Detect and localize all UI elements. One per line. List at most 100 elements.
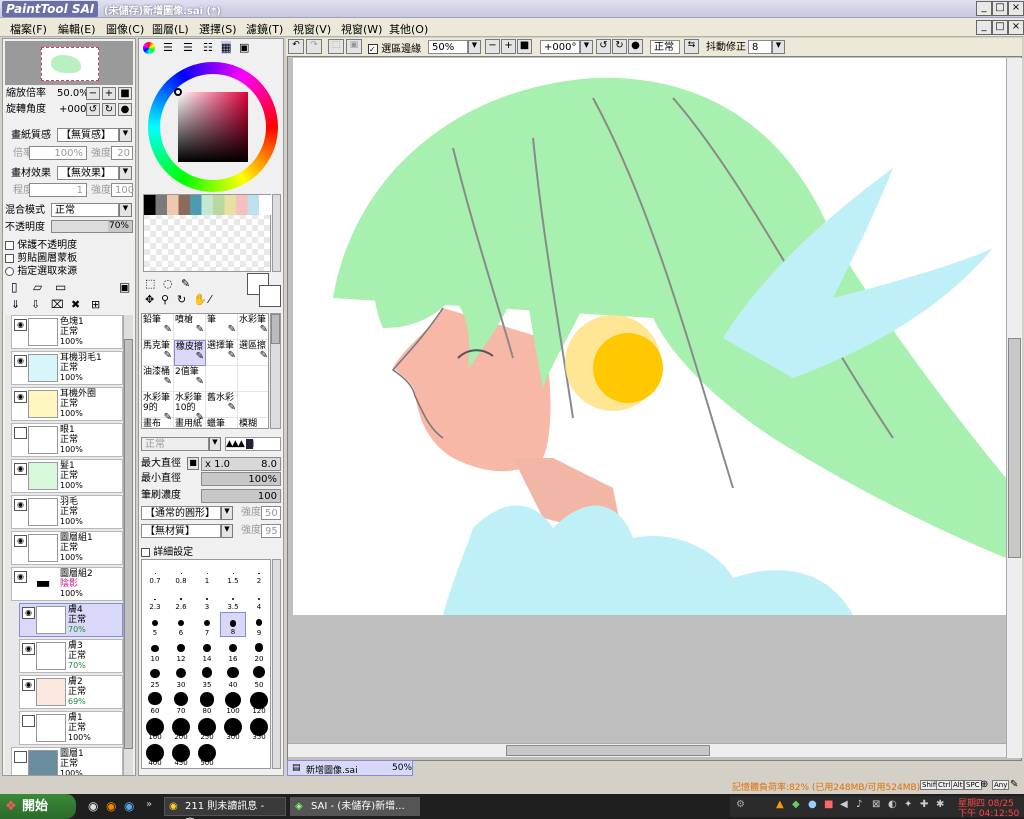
selection-source-radio[interactable]: 指定選取來源 xyxy=(5,262,77,277)
texture-strength-field[interactable]: 95 xyxy=(261,524,281,538)
rotate-icon[interactable]: ↻ xyxy=(177,293,186,306)
transfer-icon[interactable]: ⇩ xyxy=(31,298,40,311)
chevron-down-icon[interactable]: ▼ xyxy=(221,506,233,520)
menu-window[interactable]: 視窗(W) xyxy=(341,21,382,37)
brush-size-option[interactable]: 100 xyxy=(220,690,246,715)
brush-shape-select[interactable]: 【通常的圓形】 xyxy=(141,506,221,520)
tool-slot[interactable]: 蠟筆✎ xyxy=(206,418,238,428)
hand-icon[interactable]: ✋ xyxy=(193,293,207,306)
brush-size-option[interactable]: 3.5 xyxy=(220,586,246,611)
brush-size-option[interactable]: 12 xyxy=(168,638,194,663)
media-icon[interactable]: ◉ xyxy=(124,799,134,813)
layer-mask-icon[interactable]: ▣ xyxy=(119,280,130,294)
brush-size-option[interactable]: 300 xyxy=(220,716,246,741)
scratchpad-icon[interactable]: ▣ xyxy=(239,41,249,54)
visibility-toggle-icon[interactable]: ◉ xyxy=(14,463,27,475)
min-size-slider[interactable]: 100% xyxy=(201,472,281,486)
brush-size-option[interactable]: 400 xyxy=(142,742,168,767)
visibility-toggle-icon[interactable]: ◉ xyxy=(14,391,27,403)
chevron-down-icon[interactable]: ▼ xyxy=(221,524,233,538)
tray-icon[interactable]: ◐ xyxy=(888,799,897,810)
tool-palette-scrollbar[interactable] xyxy=(270,313,281,429)
visibility-toggle-icon[interactable] xyxy=(22,715,35,727)
layer-row[interactable]: ◉ 髮1 正常 100% xyxy=(11,459,123,493)
brush-size-option[interactable]: 1.5 xyxy=(220,560,246,585)
tray-icon[interactable]: ◆ xyxy=(792,799,800,810)
paper-strength-field[interactable]: 20 xyxy=(111,146,133,160)
undo-icon[interactable]: ↶ xyxy=(288,39,304,54)
swatch-grid[interactable] xyxy=(143,194,272,272)
zoom-out-icon[interactable]: − xyxy=(485,39,500,54)
zoom-reset-button[interactable]: ■ xyxy=(118,87,132,100)
menu-select[interactable]: 選擇(S) xyxy=(199,21,237,37)
layer-scrollbar[interactable] xyxy=(123,315,133,775)
chevron-down-icon[interactable]: ▼ xyxy=(772,40,785,54)
taskbar-chrome[interactable]: ◉ 211 則未讀訊息 - 意... xyxy=(164,797,286,819)
max-size-slider[interactable]: x 1.0 8.0 xyxy=(201,457,281,471)
tool-slot[interactable] xyxy=(238,392,268,418)
brush-size-option[interactable]: 25 xyxy=(142,664,168,689)
rotate-left-button[interactable]: ↺ xyxy=(86,103,100,116)
rgb-slider-icon[interactable]: ☰ xyxy=(163,41,173,54)
zoom-out-button[interactable]: − xyxy=(86,87,100,100)
tool-slot[interactable]: 筆 ✎ xyxy=(206,314,238,340)
new-linework-icon[interactable]: ▱ xyxy=(33,280,42,294)
tool-slot[interactable]: 畫用紙✎ xyxy=(174,418,206,428)
brush-size-option[interactable]: 200 xyxy=(168,716,194,741)
tray-icon[interactable]: ◀ xyxy=(840,799,848,810)
rect-select-icon[interactable]: ⬚ xyxy=(145,277,155,290)
menu-edit[interactable]: 編輯(E) xyxy=(58,21,96,37)
layer-row[interactable]: ◉ 羽毛 正常 100% xyxy=(11,495,123,529)
network-icon[interactable]: ⊠ xyxy=(872,799,880,810)
brush-size-option[interactable]: 2.6 xyxy=(168,586,194,611)
zoom-in-button[interactable]: + xyxy=(102,87,116,100)
quicklaunch-icon[interactable]: ◉ xyxy=(88,799,98,813)
layer-row[interactable]: ◉ 膚2 正常 69% xyxy=(19,675,123,709)
rotate-right-button[interactable]: ↻ xyxy=(102,103,116,116)
visibility-toggle-icon[interactable]: ◉ xyxy=(14,319,27,331)
tray-icon[interactable]: ● xyxy=(808,799,817,810)
size-lock-button[interactable]: ■ xyxy=(187,457,199,470)
density-slider[interactable]: 100 xyxy=(201,489,281,503)
tool-slot[interactable]: 選區擦 ✎ xyxy=(238,340,268,366)
brush-size-option[interactable]: 250 xyxy=(194,716,220,741)
tool-slot[interactable]: 選擇筆 ✎ xyxy=(206,340,238,366)
tool-slot[interactable]: 油漆桶 ✎ xyxy=(142,366,174,392)
layer-row[interactable]: ◉ 膚3 正常 70% xyxy=(19,639,123,673)
brush-edge-selector[interactable]: ▲▲▲ ■ xyxy=(225,437,281,451)
visibility-toggle-icon[interactable] xyxy=(14,427,27,439)
tool-slot[interactable]: 水彩筆9的 ✎ xyxy=(142,392,174,423)
tray-icon[interactable]: ✦ xyxy=(904,799,912,810)
chevron-down-icon[interactable]: ▼ xyxy=(119,203,132,217)
view-mode-select[interactable]: 正常 xyxy=(650,40,680,54)
tool-slot[interactable]: 水彩筆 ✎ xyxy=(238,314,268,340)
trash-icon[interactable]: ✖ xyxy=(71,298,80,311)
paper-effect-select[interactable]: 【無效果】 xyxy=(57,166,119,180)
tray-icon[interactable]: ⚙ xyxy=(736,799,745,810)
new-folder-icon[interactable]: ▭ xyxy=(55,280,66,294)
flip-icon[interactable]: ⇆ xyxy=(684,39,699,54)
horizontal-scrollbar[interactable] xyxy=(288,743,1006,757)
more-icon[interactable]: » xyxy=(146,799,152,810)
brush-size-option[interactable]: 70 xyxy=(168,690,194,715)
brush-size-option[interactable]: 10 xyxy=(142,638,168,663)
brush-size-option[interactable]: 20 xyxy=(246,638,270,663)
layer-row[interactable]: ◉ 色塊1 正常 100% xyxy=(11,315,123,349)
zoom-in-icon[interactable]: + xyxy=(501,39,516,54)
brush-size-option[interactable]: 0.8 xyxy=(168,560,194,585)
rotate-cw-icon[interactable]: ↻ xyxy=(612,39,627,54)
redo-icon[interactable]: ↷ xyxy=(306,39,322,54)
tool-slot[interactable]: 噴槍 ✎ xyxy=(174,314,206,340)
brush-size-option[interactable]: 5 xyxy=(142,612,168,637)
brush-size-option[interactable]: 500 xyxy=(194,742,220,767)
brush-size-option[interactable]: 50 xyxy=(246,664,270,689)
visibility-toggle-icon[interactable]: ◉ xyxy=(14,535,27,547)
tool-slot[interactable]: 鉛筆 ✎ xyxy=(142,314,174,340)
zoom-fit-icon[interactable]: ■ xyxy=(517,39,532,54)
brush-texture-select[interactable]: 【無材質】 xyxy=(141,524,221,538)
color-wheel-icon[interactable] xyxy=(143,42,155,54)
swatches-icon[interactable]: ▦ xyxy=(221,41,232,54)
doc-restore-button[interactable]: □ xyxy=(992,20,1008,35)
new-layer-icon[interactable]: ▯ xyxy=(11,280,18,294)
menu-view[interactable]: 視窗(V) xyxy=(293,21,331,37)
